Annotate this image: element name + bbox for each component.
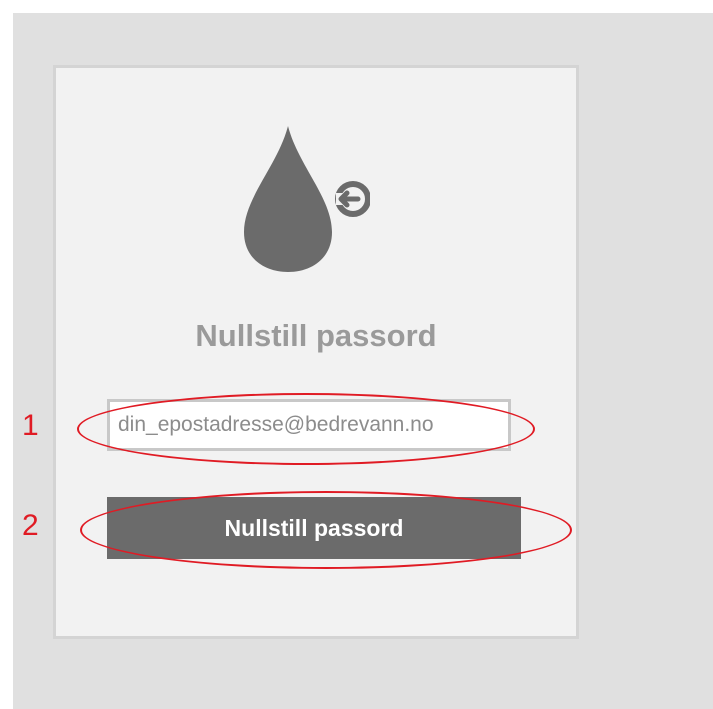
annotation-number-2: 2 bbox=[22, 509, 39, 542]
page-title: Nullstill passord bbox=[195, 318, 437, 353]
water-drop-logout-icon bbox=[244, 126, 370, 272]
email-input[interactable] bbox=[107, 399, 511, 451]
annotation-number-1: 1 bbox=[22, 409, 39, 442]
reset-password-button[interactable]: Nullstill passord bbox=[107, 497, 521, 559]
